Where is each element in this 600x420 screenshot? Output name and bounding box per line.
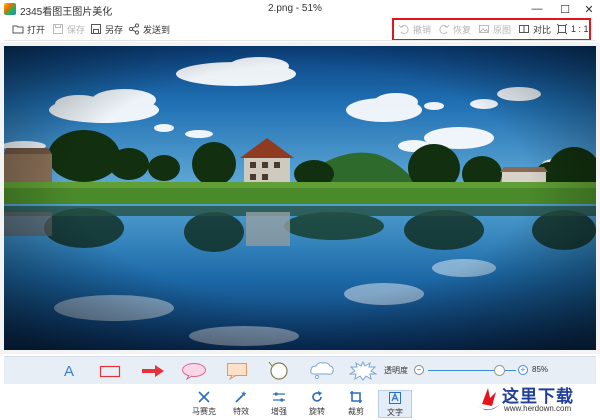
rectangle-icon xyxy=(99,365,121,378)
watermark-logo-icon xyxy=(478,388,500,411)
ellipse-bubble-tool[interactable] xyxy=(180,359,208,383)
ellipse-bubble-icon xyxy=(182,363,206,380)
save-as-button[interactable]: 另存 xyxy=(90,21,123,37)
adjust-button[interactable]: 增强 xyxy=(262,390,296,418)
burst-bubble-tool[interactable] xyxy=(348,359,378,383)
app-logo-icon xyxy=(4,3,16,15)
opacity-decrease-button[interactable]: − xyxy=(414,365,424,375)
watermark-url: www.herdown.com xyxy=(504,404,572,413)
adjust-label: 增强 xyxy=(271,407,287,416)
effects-button[interactable]: 特效 xyxy=(224,390,258,418)
opacity-increase-button[interactable]: + xyxy=(518,365,528,375)
edit-controls-highlight xyxy=(392,18,591,41)
sliders-icon xyxy=(272,390,286,404)
effects-label: 特效 xyxy=(233,407,249,416)
title-bar: 2345看图王图片美化 2.png - 51% — ☐ ✕ xyxy=(0,0,600,18)
save-as-icon xyxy=(90,23,102,35)
open-button[interactable]: 打开 xyxy=(12,21,45,37)
rotate-button[interactable]: 旋转 xyxy=(300,390,334,418)
image-canvas[interactable] xyxy=(0,42,600,354)
close-button[interactable]: ✕ xyxy=(578,0,600,18)
round-bubble-icon xyxy=(268,361,288,380)
app-title: 2345看图王图片美化 xyxy=(20,7,113,18)
text-icon xyxy=(388,391,402,405)
opacity-value: 85% xyxy=(532,365,549,374)
crop-button[interactable]: 裁剪 xyxy=(339,390,373,418)
burst-bubble-icon xyxy=(349,361,377,381)
magic-wand-icon xyxy=(234,390,248,404)
send-to-button[interactable]: 发送到 xyxy=(128,21,170,37)
text-tool-glyph: A xyxy=(63,362,74,380)
maximize-button[interactable]: ☐ xyxy=(554,0,576,18)
folder-icon xyxy=(12,23,24,35)
save-as-label: 另存 xyxy=(105,24,124,35)
rectangle-tool[interactable] xyxy=(98,359,122,383)
save-icon xyxy=(52,23,64,35)
mosaic-button[interactable]: 马赛克 xyxy=(187,390,221,418)
cloud-bubble-icon xyxy=(310,362,334,380)
file-title: 2.png - 51% xyxy=(268,3,322,14)
save-label: 保存 xyxy=(67,24,86,35)
minimize-button[interactable]: — xyxy=(526,0,548,18)
arrow-icon xyxy=(142,365,164,377)
text-tool[interactable]: A xyxy=(58,359,80,383)
rect-bubble-tool[interactable] xyxy=(224,359,250,383)
mosaic-label: 马赛克 xyxy=(192,407,216,416)
rect-bubble-icon xyxy=(227,363,247,380)
rotate-icon xyxy=(310,390,324,404)
share-icon xyxy=(128,23,140,35)
site-watermark: 这里下载 www.herdown.com xyxy=(470,380,600,420)
mosaic-icon xyxy=(197,390,211,404)
arrow-tool[interactable] xyxy=(140,359,166,383)
send-to-label: 发送到 xyxy=(143,24,171,35)
opacity-label: 透明度 xyxy=(384,366,408,375)
text-label: 文字 xyxy=(387,408,403,417)
text-button[interactable]: 文字 xyxy=(378,390,412,418)
crop-label: 裁剪 xyxy=(348,407,364,416)
round-bubble-tool[interactable] xyxy=(266,359,292,383)
save-button[interactable]: 保存 xyxy=(52,21,85,37)
edited-photo xyxy=(4,46,596,350)
crop-icon xyxy=(349,390,363,404)
opacity-slider-handle[interactable] xyxy=(494,365,505,376)
rotate-label: 旋转 xyxy=(309,407,325,416)
open-label: 打开 xyxy=(27,24,46,35)
toolbar-divider xyxy=(4,40,596,41)
cloud-bubble-tool[interactable] xyxy=(308,359,336,383)
